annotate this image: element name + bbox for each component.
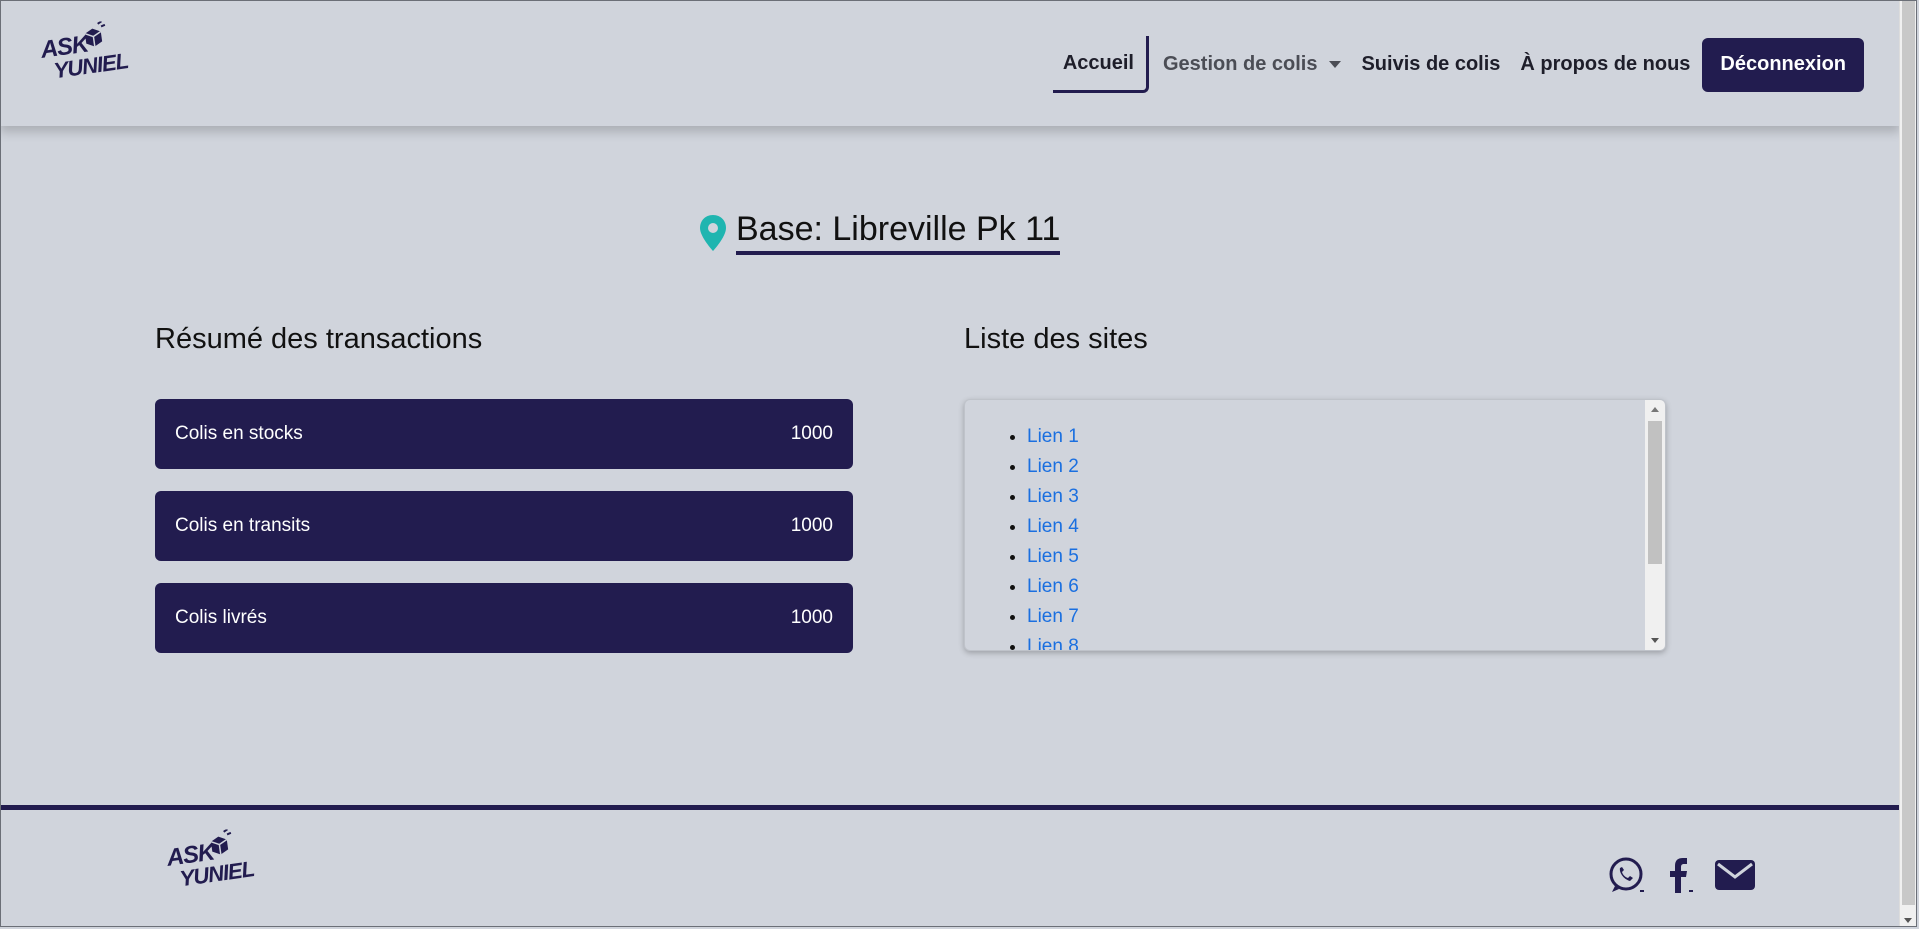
social-links <box>1606 855 1756 895</box>
list-item: Lien 8 <box>1027 632 1665 650</box>
card-label: Colis livrés <box>175 607 267 628</box>
map-pin-icon <box>700 214 726 251</box>
site-link-8[interactable]: Lien 8 <box>1027 636 1079 650</box>
facebook-icon[interactable] <box>1662 855 1696 895</box>
list-item: Lien 3 <box>1027 482 1665 512</box>
sites-scrollbar-thumb[interactable] <box>1648 421 1662 564</box>
transit-parcels-card: Colis en transits 1000 <box>155 491 853 561</box>
base-heading: Base: Libreville Pk 11 <box>698 210 1061 255</box>
nav-parcels-tracking-label: Suivis de colis <box>1361 53 1501 75</box>
nav-home[interactable]: Accueil <box>1052 36 1149 93</box>
logout-label: Déconnexion <box>1720 53 1846 75</box>
logo-box-icon <box>84 20 106 47</box>
footer-logo[interactable]: ASK YUNIEL <box>165 828 255 891</box>
page-scrollbar[interactable] <box>1899 0 1917 927</box>
nav-home-label: Accueil <box>1062 51 1134 74</box>
stock-parcels-card: Colis en stocks 1000 <box>155 399 853 469</box>
transactions-title: Résumé des transactions <box>155 323 483 355</box>
scroll-down-icon[interactable] <box>1651 638 1659 643</box>
main-nav: Accueil Gestion de colis Suivis de colis… <box>1052 36 1864 93</box>
card-value: 1000 <box>790 423 833 444</box>
top-navbar: ASK YUNIEL Accueil Gestion de colis Suiv… <box>0 0 1900 126</box>
site-link-2[interactable]: Lien 2 <box>1027 456 1079 477</box>
base-title: Base: Libreville Pk 11 <box>736 210 1061 255</box>
list-item: Lien 4 <box>1027 512 1665 542</box>
logout-button[interactable]: Déconnexion <box>1702 37 1864 92</box>
logo-box-icon <box>210 828 232 855</box>
footer-divider <box>0 805 1900 810</box>
list-item: Lien 7 <box>1027 602 1665 632</box>
card-value: 1000 <box>790 515 833 536</box>
sites-title: Liste des sites <box>964 323 1148 355</box>
page-scrollbar-thumb[interactable] <box>1902 0 1915 905</box>
site-link-1[interactable]: Lien 1 <box>1027 426 1079 447</box>
site-link-3[interactable]: Lien 3 <box>1027 486 1079 507</box>
chevron-down-icon <box>1329 61 1342 68</box>
site-link-7[interactable]: Lien 7 <box>1027 606 1079 627</box>
nav-about[interactable]: À propos de nous <box>1510 38 1700 92</box>
card-label: Colis en transits <box>175 515 311 536</box>
list-item: Lien 2 <box>1027 452 1665 482</box>
sites-list: Lien 1 Lien 2 Lien 3 Lien 4 Lien 5 Lien … <box>965 400 1665 650</box>
sites-list-panel: Lien 1 Lien 2 Lien 3 Lien 4 Lien 5 Lien … <box>964 399 1666 651</box>
nav-parcels-management-label: Gestion de colis <box>1162 53 1318 75</box>
card-value: 1000 <box>790 607 833 628</box>
list-item: Lien 6 <box>1027 572 1665 602</box>
scroll-down-icon[interactable] <box>1904 918 1912 923</box>
nav-parcels-tracking[interactable]: Suivis de colis <box>1351 38 1510 92</box>
sites-scrollbar[interactable] <box>1645 400 1665 650</box>
site-link-6[interactable]: Lien 6 <box>1027 576 1079 597</box>
nav-parcels-management-dropdown[interactable]: Gestion de colis <box>1153 38 1351 92</box>
list-item: Lien 5 <box>1027 542 1665 572</box>
list-item: Lien 1 <box>1027 422 1665 452</box>
card-label: Colis en stocks <box>175 423 303 444</box>
site-link-4[interactable]: Lien 4 <box>1027 516 1079 537</box>
mail-icon[interactable] <box>1714 858 1756 892</box>
brand-logo[interactable]: ASK YUNIEL <box>39 20 129 83</box>
whatsapp-icon[interactable] <box>1606 855 1646 895</box>
site-link-5[interactable]: Lien 5 <box>1027 546 1079 567</box>
nav-about-label: À propos de nous <box>1520 53 1691 75</box>
scroll-up-icon[interactable] <box>1651 407 1659 412</box>
delivered-parcels-card: Colis livrés 1000 <box>155 583 853 653</box>
